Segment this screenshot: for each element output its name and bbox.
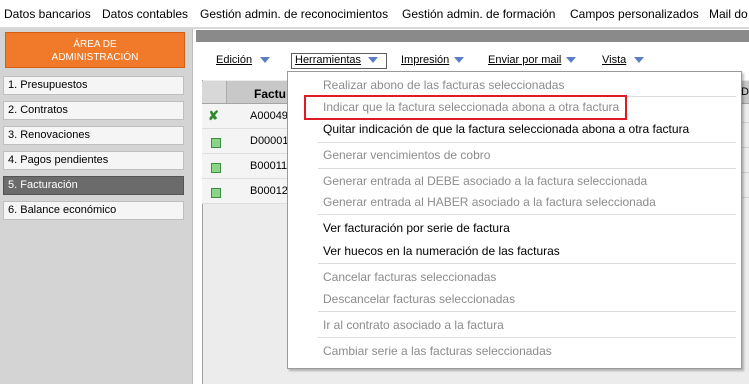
red-highlight-box: [304, 95, 627, 120]
top-menu-mail[interactable]: Mail do: [709, 7, 748, 21]
area-header-line2: ADMINISTRACIÓN: [51, 52, 139, 63]
menu-enviar-por-mail[interactable]: Enviar por mail: [488, 54, 561, 66]
square-icon: [211, 138, 221, 148]
sidebar-item-pagos-pendientes[interactable]: 4. Pagos pendientes: [3, 151, 184, 170]
menu-item-descancelar-facturas[interactable]: Descancelar facturas seleccionadas: [323, 292, 515, 306]
menu-impresion[interactable]: Impresión: [401, 54, 449, 66]
square-icon: [211, 188, 221, 198]
menu-item-ver-huecos[interactable]: Ver huecos en la numeración de las factu…: [323, 244, 560, 258]
menu-separator: [318, 142, 736, 143]
sidebar-item-renovaciones[interactable]: 3. Renovaciones: [3, 126, 184, 145]
x-icon: ✘: [208, 108, 219, 123]
grid-header-selector: [202, 81, 227, 103]
top-menu-bar: Datos bancarios Datos contables Gestión …: [0, 0, 749, 28]
top-menu-gestion-reconocimientos[interactable]: Gestión admin. de reconocimientos: [200, 7, 388, 21]
row-code: B00011/: [250, 160, 291, 172]
sidebar-item-contratos[interactable]: 2. Contratos: [3, 101, 184, 120]
menu-edicion[interactable]: Edición: [216, 54, 252, 66]
row-code: D00001/: [250, 135, 292, 147]
top-menu-datos-bancarios[interactable]: Datos bancarios: [4, 7, 91, 21]
menu-vista-label: Vista: [602, 54, 627, 66]
impresion-chevron-down-icon[interactable]: [454, 57, 464, 63]
main-panel-header-strip: [196, 30, 749, 42]
menu-impresion-label: Impresión: [401, 54, 450, 66]
menu-separator: [318, 168, 736, 169]
top-menu-datos-contables[interactable]: Datos contables: [102, 7, 188, 21]
menu-separator: [318, 337, 736, 338]
enviar-chevron-down-icon[interactable]: [566, 57, 576, 63]
menu-herramientas[interactable]: Herramientas: [295, 54, 361, 66]
grid-column-header-factura[interactable]: Factu: [254, 87, 286, 101]
grid-column-header-right[interactable]: D: [741, 86, 749, 98]
toolbar: [196, 42, 749, 74]
menu-item-realizar-abono[interactable]: Realizar abono de las facturas seleccion…: [323, 78, 564, 92]
menu-item-ver-facturacion-serie[interactable]: Ver facturación por serie de factura: [323, 221, 510, 235]
edicion-chevron-down-icon[interactable]: [260, 57, 270, 63]
menu-enviar-label: Enviar por mail: [488, 54, 562, 66]
menu-item-generar-debe[interactable]: Generar entrada al DEBE asociado a la fa…: [323, 174, 647, 188]
menu-separator: [318, 214, 736, 215]
sidebar-item-balance-economico[interactable]: 6. Balance económico: [3, 201, 184, 220]
menu-separator: [318, 263, 736, 264]
menu-herramientas-label: Herramientas: [295, 54, 362, 66]
area-header: ÁREA DE ADMINISTRACIÓN: [5, 32, 185, 68]
menu-item-ir-contrato[interactable]: Ir al contrato asociado a la factura: [323, 318, 504, 332]
menu-separator: [318, 311, 736, 312]
menu-item-cambiar-serie[interactable]: Cambiar serie a las facturas seleccionad…: [323, 344, 552, 358]
sidebar-item-facturacion[interactable]: 5. Facturación: [3, 176, 184, 195]
vista-chevron-down-icon[interactable]: [634, 57, 644, 63]
menu-item-quitar-indicacion[interactable]: Quitar indicación de que la factura sele…: [323, 122, 689, 136]
row-code: A00049/: [250, 110, 291, 122]
area-header-line1: ÁREA DE: [73, 39, 117, 50]
menu-item-cancelar-facturas[interactable]: Cancelar facturas seleccionadas: [323, 270, 496, 284]
herramientas-chevron-down-icon[interactable]: [368, 57, 378, 63]
sidebar-item-presupuestos[interactable]: 1. Presupuestos: [3, 76, 184, 95]
menu-item-generar-haber[interactable]: Generar entrada al HABER asociado a la f…: [323, 195, 656, 209]
square-icon: [211, 163, 221, 173]
menu-vista[interactable]: Vista: [602, 54, 626, 66]
menu-edicion-label: Edición: [216, 54, 253, 66]
menu-item-generar-vencimientos[interactable]: Generar vencimientos de cobro: [323, 148, 490, 162]
top-menu-campos-personalizados[interactable]: Campos personalizados: [570, 7, 699, 21]
row-code: B00012/: [250, 185, 291, 197]
top-menu-gestion-formacion[interactable]: Gestión admin. de formación: [402, 7, 555, 21]
